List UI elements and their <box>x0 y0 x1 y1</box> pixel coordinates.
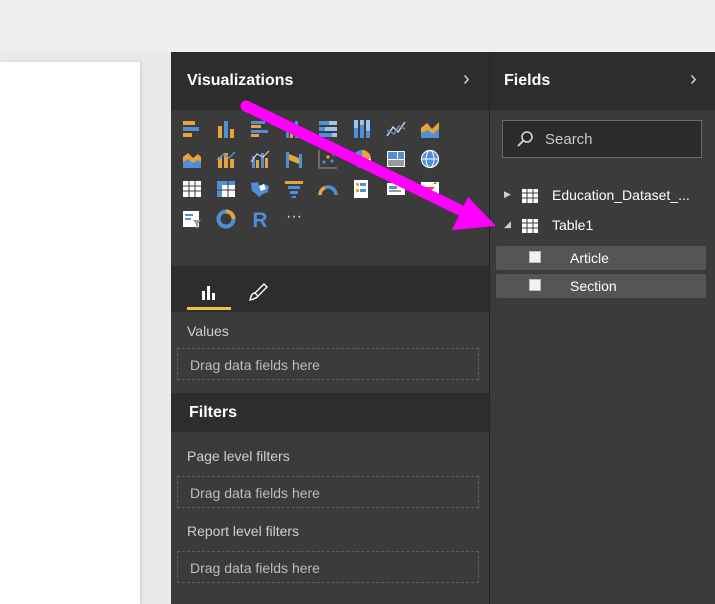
field-row-section[interactable]: Section <box>496 274 706 298</box>
kpi-icon[interactable] <box>419 178 441 200</box>
r-script-visual-icon[interactable]: R <box>249 208 271 230</box>
more-visuals-icon[interactable]: ··· <box>283 208 305 230</box>
fields-title: Fields <box>504 72 551 89</box>
scatter-chart-icon[interactable] <box>317 148 339 170</box>
search-icon <box>517 131 533 147</box>
clustered-column-chart-icon[interactable] <box>283 118 305 140</box>
collapse-visualizations-chevron-icon[interactable]: › <box>463 68 470 91</box>
funnel-icon[interactable] <box>283 178 305 200</box>
donut-chart-icon[interactable] <box>215 208 237 230</box>
page-level-filters-drop-well[interactable]: Drag data fields here <box>177 476 479 508</box>
ribbon-chart-icon[interactable] <box>283 148 305 170</box>
table-row-education-dataset[interactable]: ▶ Education_Dataset_... <box>490 183 715 209</box>
stacked-column-chart-icon[interactable] <box>215 118 237 140</box>
line-and-clustered-column-chart-icon[interactable] <box>249 148 271 170</box>
gauge-icon[interactable] <box>317 178 339 200</box>
collapse-arrow-icon[interactable]: ◢ <box>504 219 511 230</box>
page-level-filters-label: Page level filters <box>187 448 290 464</box>
card-icon[interactable] <box>385 178 407 200</box>
expand-arrow-icon[interactable]: ▶ <box>504 189 511 200</box>
r-label: R <box>252 209 267 230</box>
filters-header: Filters <box>171 393 489 432</box>
table-row-table1[interactable]: ◢ Table1 <box>490 213 715 239</box>
report-page[interactable] <box>0 62 140 604</box>
fields-search-input[interactable] <box>543 130 697 149</box>
treemap-icon[interactable] <box>385 148 407 170</box>
visualizations-header: Visualizations › <box>171 52 489 110</box>
stacked-area-chart-icon[interactable] <box>181 148 203 170</box>
field-label: Section <box>570 278 617 294</box>
fields-pane: Fields › ▶ Education_Dataset_... ◢ Table… <box>489 52 715 604</box>
table-name: Table1 <box>552 217 594 233</box>
values-label: Values <box>187 323 229 339</box>
field-checkbox[interactable] <box>529 251 541 263</box>
line-chart-icon[interactable] <box>385 118 407 140</box>
tab-format[interactable] <box>235 276 279 310</box>
stacked-bar-chart-icon[interactable] <box>181 118 203 140</box>
report-level-filters-placeholder: Drag data fields here <box>190 560 320 576</box>
visualizations-pane: Visualizations › R ··· Values Drag data … <box>171 52 489 604</box>
values-placeholder: Drag data fields here <box>190 357 320 373</box>
pie-chart-icon[interactable] <box>351 148 373 170</box>
field-label: Article <box>570 250 609 266</box>
field-checkbox[interactable] <box>529 279 541 291</box>
fields-header: Fields › <box>490 52 715 110</box>
fields-tab-icon <box>202 286 215 300</box>
clustered-bar-chart-icon[interactable] <box>249 118 271 140</box>
line-and-stacked-column-chart-icon[interactable] <box>215 148 237 170</box>
more-label: ··· <box>286 208 302 225</box>
slicer-icon[interactable] <box>181 208 203 230</box>
filled-map-icon[interactable] <box>249 178 271 200</box>
100-percent-stacked-column-chart-icon[interactable] <box>351 118 373 140</box>
matrix-icon[interactable] <box>215 178 237 200</box>
page-level-filters-placeholder: Drag data fields here <box>190 485 320 501</box>
values-drop-well[interactable]: Drag data fields here <box>177 348 479 380</box>
100-percent-stacked-bar-chart-icon[interactable] <box>317 118 339 140</box>
visualization-tab-row <box>171 266 489 312</box>
paint-brush-icon <box>249 283 268 301</box>
multi-row-card-icon[interactable] <box>351 178 373 200</box>
map-icon[interactable] <box>419 148 441 170</box>
tab-fields[interactable] <box>187 276 231 310</box>
area-chart-icon[interactable] <box>419 118 441 140</box>
report-level-filters-label: Report level filters <box>187 523 300 539</box>
report-level-filters-drop-well[interactable]: Drag data fields here <box>177 551 479 583</box>
visualizations-title: Visualizations <box>187 72 294 89</box>
table-icon <box>522 219 538 233</box>
fields-search-box[interactable] <box>502 120 702 158</box>
collapse-fields-chevron-icon[interactable]: › <box>690 68 697 91</box>
title-bar-area <box>0 0 715 52</box>
field-row-article[interactable]: Article <box>496 246 706 270</box>
table-icon[interactable] <box>181 178 203 200</box>
table-icon <box>522 189 538 203</box>
table-name: Education_Dataset_... <box>552 187 690 203</box>
filters-title: Filters <box>189 404 238 421</box>
